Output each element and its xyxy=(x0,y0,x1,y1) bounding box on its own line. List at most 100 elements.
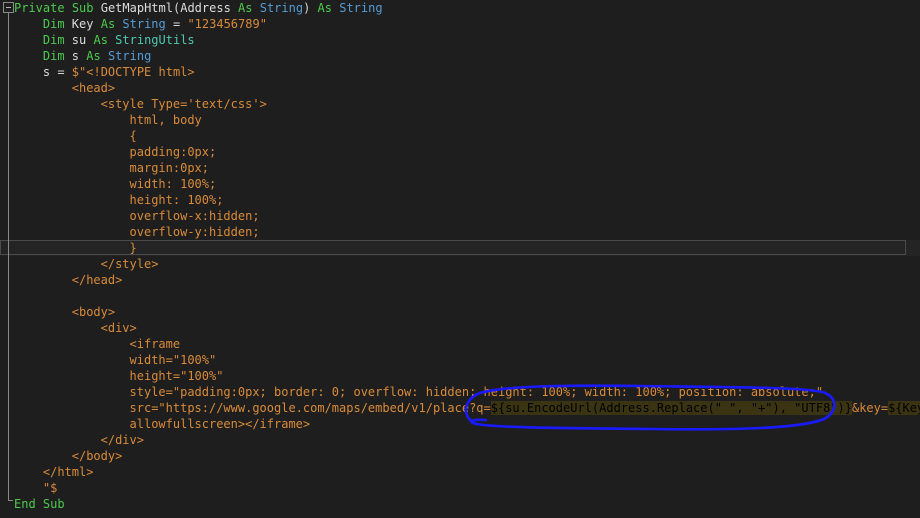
code-token-str: overflow-y:hidden; xyxy=(130,225,260,239)
code-token-kw: Private xyxy=(14,1,65,15)
code-line[interactable]: style="padding:0px; border: 0; overflow:… xyxy=(0,384,920,400)
code-token-kw: Dim xyxy=(43,49,65,63)
code-token-str: <head> xyxy=(72,81,115,95)
code-token-id: GetMapHtml xyxy=(101,1,173,15)
code-line[interactable]: width: 100%; xyxy=(0,176,920,192)
code-line[interactable]: <body> xyxy=(0,304,920,320)
code-token-typ: String xyxy=(339,1,382,15)
code-token-str: } xyxy=(130,241,137,255)
code-token-str: <style Type='text/css'> xyxy=(101,97,267,111)
code-token-typ: String xyxy=(108,49,151,63)
code-token-kw: As xyxy=(86,49,100,63)
code-line[interactable]: height="100%" xyxy=(0,368,920,384)
code-token-cls: StringUtils xyxy=(115,33,194,47)
code-token-kw: Sub xyxy=(72,1,94,15)
code-line[interactable]: Dim su As StringUtils xyxy=(0,32,920,48)
code-token-str: $"<!DOCTYPE html> xyxy=(72,65,195,79)
code-line[interactable]: <div> xyxy=(0,320,920,336)
code-editor-window[interactable]: Private Sub GetMapHtml(Address As String… xyxy=(0,0,920,518)
code-token-str: width="100%" xyxy=(130,353,217,367)
code-line[interactable]: <iframe xyxy=(0,336,920,352)
code-token-str: allowfullscreen></iframe> xyxy=(130,417,311,431)
code-line[interactable]: src="https://www.google.com/maps/embed/v… xyxy=(0,400,920,416)
code-line[interactable]: </div> xyxy=(0,432,920,448)
code-token-op xyxy=(252,1,259,15)
code-token-op xyxy=(93,17,100,31)
code-token-str: style="padding:0px; border: 0; overflow:… xyxy=(130,385,824,399)
outlining-guide-line xyxy=(8,13,9,501)
code-token-kw: As xyxy=(318,1,332,15)
code-token-kw: Dim xyxy=(43,33,65,47)
code-token-str: </div> xyxy=(101,433,144,447)
code-token-str: width: 100%; xyxy=(130,177,217,191)
code-token-op xyxy=(231,1,238,15)
code-token-op xyxy=(65,17,72,31)
code-token-str: </style> xyxy=(101,257,159,271)
code-token-str: "$ xyxy=(43,481,57,495)
code-line[interactable]: Private Sub GetMapHtml(Address As String… xyxy=(0,0,920,16)
code-token-op xyxy=(101,49,108,63)
code-token-str: </body> xyxy=(72,449,123,463)
code-line[interactable]: { xyxy=(0,128,920,144)
code-line[interactable]: </style> xyxy=(0,256,920,272)
code-token-str: <body> xyxy=(72,305,115,319)
code-token-str: <iframe xyxy=(130,337,181,351)
code-token-str: height: 100%; xyxy=(130,193,224,207)
code-line[interactable]: overflow-x:hidden; xyxy=(0,208,920,224)
code-token-typ: String xyxy=(260,1,303,15)
code-token-op xyxy=(65,33,72,47)
code-token-str: src="https://www.google.com/maps/embed/v… xyxy=(130,401,491,415)
code-token-str: html, body xyxy=(130,113,202,127)
code-token-str: <div> xyxy=(101,321,137,335)
code-line[interactable]: <head> xyxy=(0,80,920,96)
code-token-kw: Sub xyxy=(43,497,65,511)
code-line[interactable]: "$ xyxy=(0,480,920,496)
code-line[interactable]: Dim Key As String = "123456789" xyxy=(0,16,920,32)
code-line[interactable]: </head> xyxy=(0,272,920,288)
code-token-id: s xyxy=(72,49,79,63)
code-line[interactable]: </html> xyxy=(0,464,920,480)
code-token-kw: End xyxy=(14,497,36,511)
code-line[interactable]: End Sub xyxy=(0,496,920,512)
code-line[interactable]: <style Type='text/css'> xyxy=(0,96,920,112)
code-token-typ: String xyxy=(122,17,165,31)
code-token-interp: ${su.EncodeUrl(Address.Replace(" ", "+")… xyxy=(491,401,852,415)
code-line[interactable]: height: 100%; xyxy=(0,192,920,208)
code-token-str: </head> xyxy=(72,273,123,287)
code-token-op xyxy=(36,497,43,511)
code-token-id: Address xyxy=(180,1,231,15)
code-token-op xyxy=(65,49,72,63)
code-line[interactable]: margin:0px; xyxy=(0,160,920,176)
code-token-op xyxy=(310,1,317,15)
code-line[interactable]: </body> xyxy=(0,448,920,464)
code-token-str: &key= xyxy=(852,401,888,415)
code-token-op: = xyxy=(166,17,188,31)
code-token-str: "123456789" xyxy=(187,17,266,31)
code-token-id: su xyxy=(72,33,86,47)
code-token-op xyxy=(65,1,72,15)
code-token-op: = xyxy=(50,65,72,79)
code-line[interactable]: } xyxy=(0,240,920,256)
code-line[interactable] xyxy=(0,288,920,304)
code-surface[interactable]: Private Sub GetMapHtml(Address As String… xyxy=(0,0,920,518)
code-token-kw: As xyxy=(238,1,252,15)
code-token-kw: As xyxy=(93,33,107,47)
code-line[interactable]: padding:0px; xyxy=(0,144,920,160)
code-token-str: margin:0px; xyxy=(130,161,209,175)
code-token-str: { xyxy=(130,129,137,143)
code-token-str: overflow-x:hidden; xyxy=(130,209,260,223)
code-line[interactable]: html, body xyxy=(0,112,920,128)
code-line[interactable]: Dim s As String xyxy=(0,48,920,64)
collapse-minus-icon[interactable] xyxy=(3,2,14,13)
code-token-str: height="100%" xyxy=(130,369,224,383)
code-line[interactable]: s = $"<!DOCTYPE html> xyxy=(0,64,920,80)
code-token-id: Key xyxy=(72,17,94,31)
code-token-interp: ${Key} xyxy=(888,401,920,415)
code-token-op xyxy=(94,1,101,15)
code-line[interactable]: allowfullscreen></iframe> xyxy=(0,416,920,432)
code-line[interactable]: width="100%" xyxy=(0,352,920,368)
code-line[interactable]: overflow-y:hidden; xyxy=(0,224,920,240)
outlining-guide-foot xyxy=(8,500,13,501)
code-token-str: </html> xyxy=(43,465,94,479)
code-token-str: padding:0px; xyxy=(130,145,217,159)
